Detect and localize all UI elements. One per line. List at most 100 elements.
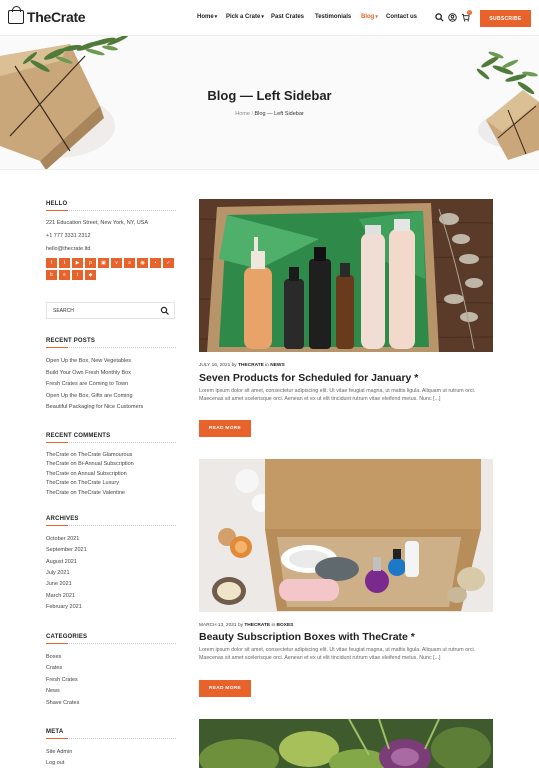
widget-categories-title: CATEGORIES: [46, 634, 88, 640]
post-date: JULY 16, 2021: [199, 363, 231, 368]
category-link[interactable]: Crates: [46, 665, 62, 671]
read-more-button[interactable]: READ MORE: [199, 680, 251, 697]
breadcrumb: Home / Blog — Left Sidebar: [0, 111, 539, 117]
post-featured-image[interactable]: [199, 199, 493, 352]
post-excerpt: Lorem ipsum dolor sit amet, consectetur …: [199, 647, 476, 662]
archive-link[interactable]: June 2021: [46, 581, 72, 587]
chevron-down-icon: ▾: [375, 14, 378, 20]
widget-recent-comments-title: RECENT COMMENTS: [46, 433, 111, 439]
post-category[interactable]: NEWS: [270, 363, 284, 368]
gift-box-decoration-image: [0, 36, 129, 169]
widget-divider: [46, 347, 176, 349]
subscribe-button[interactable]: SUBSCRIBE: [480, 10, 531, 27]
recent-post-link[interactable]: Fresh Crates are Coming to Town: [46, 381, 128, 387]
site-header: TheCrate Home▾ Pick a Crate▾ Past Crates…: [0, 0, 539, 36]
widget-divider: [46, 643, 176, 645]
post-meta: MARCH 13, 2021 by THECRATE in BOXES: [199, 623, 294, 628]
stackoverflow-icon[interactable]: ≡: [59, 270, 70, 280]
recent-post-link[interactable]: Build Your Own Fresh Monthly Box: [46, 370, 131, 376]
gift-box-decoration-image: [476, 51, 539, 160]
search-input[interactable]: [53, 307, 153, 315]
dribbble-icon[interactable]: ◉: [137, 258, 148, 268]
widget-recent-posts-title: RECENT POSTS: [46, 338, 96, 344]
widget-meta-title: META: [46, 729, 64, 735]
archive-link[interactable]: August 2021: [46, 559, 77, 565]
page-title: Blog — Left Sidebar: [207, 88, 332, 103]
breadcrumb-current: Blog — Left Sidebar: [254, 111, 304, 117]
twitter-icon[interactable]: t: [59, 258, 70, 268]
breadcrumb-home[interactable]: Home: [235, 111, 250, 117]
tumblr-icon[interactable]: t: [72, 270, 83, 280]
nav-past-crates[interactable]: Past Crates: [271, 14, 304, 20]
logo-text-prefix: The: [27, 9, 51, 25]
widget-divider: [46, 442, 176, 444]
social-icons: f t ▶ p ▣ v s ◉ • ✓ b ≡ t ◆: [46, 258, 176, 280]
breadcrumb-separator: /: [251, 111, 253, 117]
contact-address: 221 Education Street, New York, NY, USA: [46, 220, 149, 226]
nav-blog[interactable]: Blog▾: [361, 14, 378, 20]
recent-comment-link[interactable]: TheCrate on TheCrate Luxury: [46, 480, 119, 486]
post-featured-image[interactable]: [199, 719, 493, 768]
archive-link[interactable]: July 2021: [46, 570, 70, 576]
widget-divider: [46, 525, 176, 527]
chevron-down-icon: ▾: [261, 14, 264, 20]
recent-comment-link[interactable]: TheCrate on TheCrate Valentine: [46, 490, 125, 496]
flickr-icon[interactable]: •: [150, 258, 161, 268]
post-author[interactable]: THECRATE: [244, 623, 270, 628]
vk-icon[interactable]: ◆: [85, 270, 96, 280]
archive-link[interactable]: February 2021: [46, 604, 82, 610]
post-title[interactable]: Seven Products for Scheduled for January…: [199, 372, 418, 384]
recent-post-link[interactable]: Beautiful Packaging for Nice Customers: [46, 404, 143, 410]
post-title[interactable]: Beauty Subscription Boxes with TheCrate …: [199, 631, 415, 643]
search-widget: [46, 302, 175, 319]
archive-link[interactable]: September 2021: [46, 547, 87, 553]
archive-link[interactable]: March 2021: [46, 593, 75, 599]
post-excerpt: Lorem ipsum dolor sit amet, consectetur …: [199, 388, 476, 403]
logo[interactable]: TheCrate: [8, 6, 86, 25]
post-category[interactable]: BOXES: [277, 623, 294, 628]
read-more-button[interactable]: READ MORE: [199, 420, 251, 437]
search-icon[interactable]: [435, 13, 444, 22]
contact-email[interactable]: hello@thecrate.ltd: [46, 246, 90, 252]
crate-logo-icon: [8, 6, 24, 24]
post-date: MARCH 13, 2021: [199, 623, 237, 628]
recent-comment-link[interactable]: TheCrate on Annual Subscription: [46, 471, 127, 477]
post-author[interactable]: THECRATE: [238, 363, 264, 368]
page-hero: Blog — Left Sidebar Home / Blog — Left S…: [0, 36, 539, 170]
nav-pick-a-crate[interactable]: Pick a Crate▾: [226, 14, 264, 20]
widget-hello-title: HELLO: [46, 201, 68, 207]
recent-post-link[interactable]: Open Up the Box, Gifts are Coming: [46, 393, 133, 399]
logo-text-suffix: Crate: [51, 9, 86, 25]
widget-archives-title: ARCHIVES: [46, 516, 79, 522]
cart-count-badge: 0: [467, 10, 472, 15]
meta-link[interactable]: Site Admin: [46, 749, 72, 755]
category-link[interactable]: Shave Crates: [46, 700, 79, 706]
contact-phone[interactable]: +1 777 3331 2312: [46, 233, 91, 239]
post-featured-image[interactable]: [199, 459, 493, 612]
pinterest-icon[interactable]: p: [85, 258, 96, 268]
foursquare-icon[interactable]: ✓: [163, 258, 174, 268]
youtube-icon[interactable]: ▶: [72, 258, 83, 268]
meta-link[interactable]: Log out: [46, 760, 64, 766]
archive-link[interactable]: October 2021: [46, 536, 79, 542]
nav-home[interactable]: Home▾: [197, 14, 217, 20]
behance-icon[interactable]: b: [46, 270, 57, 280]
nav-contact-us[interactable]: Contact us: [386, 14, 417, 20]
recent-comment-link[interactable]: TheCrate on Bi-Annual Subscription: [46, 461, 134, 467]
instagram-icon[interactable]: ▣: [98, 258, 109, 268]
widget-divider: [46, 738, 176, 740]
post-meta: JULY 16, 2021 by THECRATE in NEWS: [199, 363, 285, 368]
vimeo-icon[interactable]: v: [111, 258, 122, 268]
nav-testimonials[interactable]: Testimonials: [315, 14, 351, 20]
recent-comment-link[interactable]: TheCrate on TheCrate Glamourous: [46, 452, 132, 458]
widget-divider: [46, 210, 176, 212]
skype-icon[interactable]: s: [124, 258, 135, 268]
category-link[interactable]: News: [46, 688, 60, 694]
user-icon[interactable]: [448, 13, 457, 22]
category-link[interactable]: Fresh Crates: [46, 677, 78, 683]
category-link[interactable]: Boxes: [46, 654, 61, 660]
recent-post-link[interactable]: Open Up the Box, New Vegetables: [46, 358, 131, 364]
facebook-icon[interactable]: f: [46, 258, 57, 268]
chevron-down-icon: ▾: [214, 14, 218, 20]
search-icon[interactable]: [160, 306, 170, 316]
